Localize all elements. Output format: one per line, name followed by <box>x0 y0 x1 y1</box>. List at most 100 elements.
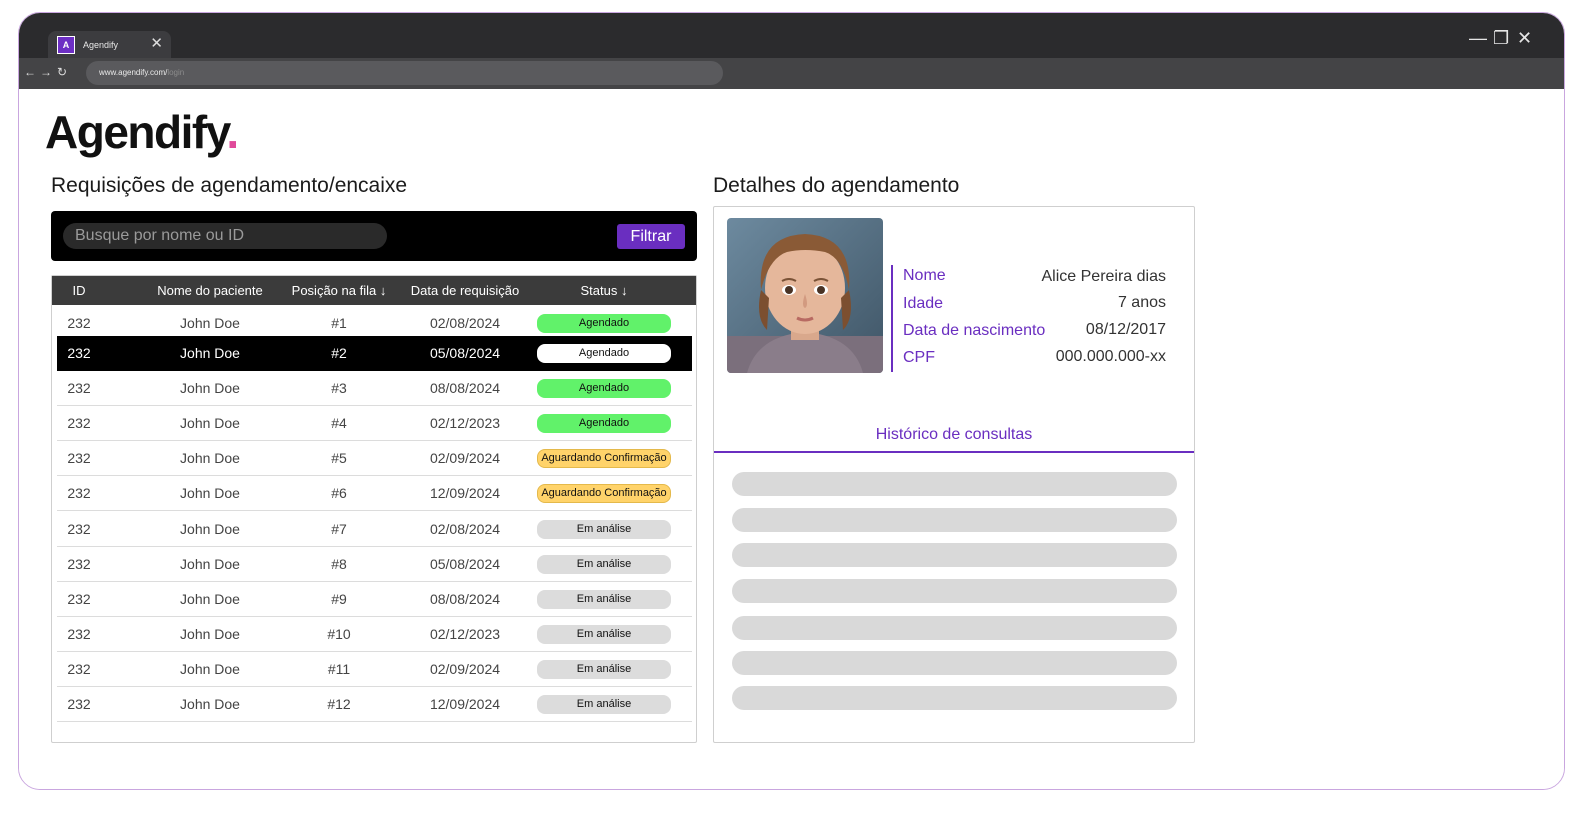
history-placeholder <box>732 651 1177 675</box>
details-title: Detalhes do agendamento <box>713 174 960 197</box>
favicon: A <box>57 36 75 54</box>
status-badge: Agendado <box>537 414 671 433</box>
cell-name: John Doe <box>180 415 240 431</box>
close-icon[interactable]: ✕ <box>150 35 163 53</box>
column-header-name[interactable]: Nome do paciente <box>142 283 278 298</box>
column-header-status[interactable]: Status ↓ <box>537 283 671 298</box>
history-placeholder <box>732 579 1177 603</box>
table-row[interactable]: 232 John Doe #9 08/08/2024 Em análise <box>57 582 692 617</box>
cell-id: 232 <box>67 345 91 361</box>
cell-date: 02/12/2023 <box>429 415 501 431</box>
search-input[interactable] <box>63 223 387 249</box>
search-bar: Filtrar <box>51 211 697 261</box>
status-badge: Aguardando Confirmação <box>537 449 671 468</box>
cell-id: 232 <box>67 696 91 712</box>
restore-icon[interactable]: ❐ <box>1493 29 1509 47</box>
status-badge: Agendado <box>537 344 671 363</box>
table-row[interactable]: 232 John Doe #5 02/09/2024 Aguardando Confir… <box>57 441 692 476</box>
column-header-id[interactable]: ID <box>58 283 100 298</box>
table-row[interactable]: 232 John Doe #3 08/08/2024 Agendado <box>57 371 692 406</box>
cell-position: #7 <box>331 521 347 537</box>
title-bar: A Agendify ✕ — ❐ ✕ <box>19 13 1564 59</box>
history-placeholder <box>732 616 1177 640</box>
browser-window: A Agendify ✕ — ❐ ✕ ← → ↻ www.agendify.co… <box>18 12 1565 790</box>
cell-position: #6 <box>331 485 347 501</box>
cell-date: 02/08/2024 <box>429 521 501 537</box>
cell-date: 02/12/2023 <box>429 626 501 642</box>
status-badge: Em análise <box>537 625 671 644</box>
cell-id: 232 <box>67 315 91 331</box>
cell-position: #2 <box>331 345 347 361</box>
page-content: Agendify. Requisições de agendamento/enc… <box>19 89 1564 789</box>
cell-id: 232 <box>67 626 91 642</box>
column-header-date[interactable]: Data de requisição <box>402 283 528 298</box>
cell-name: John Doe <box>180 521 240 537</box>
cell-name: John Doe <box>180 591 240 607</box>
table-row[interactable]: 232 John Doe #2 05/08/2024 Agendado <box>57 336 692 371</box>
nav-bar: ← → ↻ www.agendify.com/login <box>19 58 1564 89</box>
cell-date: 12/09/2024 <box>429 696 501 712</box>
cell-date: 02/09/2024 <box>429 661 501 677</box>
requests-title: Requisições de agendamento/encaixe <box>51 174 408 197</box>
url-path: login <box>167 68 185 77</box>
url-text: www.agendify.com/ <box>99 68 168 77</box>
details-panel: Nome Alice Pereira dias Idade 7 anos Dat… <box>713 206 1195 743</box>
cell-name: John Doe <box>180 485 240 501</box>
cell-position: #4 <box>331 415 347 431</box>
cell-date: 08/08/2024 <box>429 591 501 607</box>
history-placeholder <box>732 543 1177 567</box>
status-badge: Em análise <box>537 520 671 539</box>
cell-name: John Doe <box>180 626 240 642</box>
window-close-icon[interactable]: ✕ <box>1517 29 1532 47</box>
table-row[interactable]: 232 John Doe #4 02/12/2023 Agendado <box>57 406 692 441</box>
cell-date: 12/09/2024 <box>429 485 501 501</box>
status-badge: Agendado <box>537 314 671 333</box>
cell-position: #1 <box>331 315 347 331</box>
cell-id: 232 <box>67 380 91 396</box>
field-value-age: 7 anos <box>1117 294 1166 311</box>
back-arrow-icon[interactable]: ← <box>24 65 36 79</box>
cell-id: 232 <box>67 450 91 466</box>
field-label-birthdate: Data de nascimento <box>903 322 1046 339</box>
cell-id: 232 <box>67 521 91 537</box>
history-placeholder <box>732 472 1177 496</box>
table-row[interactable]: 232 John Doe #6 12/09/2024 Aguardando Confir… <box>57 476 692 511</box>
filter-button[interactable]: Filtrar <box>617 224 685 249</box>
cell-position: #8 <box>331 556 347 572</box>
field-label-age: Idade <box>903 295 944 312</box>
status-badge: Aguardando Confirmação <box>537 484 671 503</box>
table-row[interactable]: 232 John Doe #8 05/08/2024 Em análise <box>57 547 692 582</box>
cell-date: 08/08/2024 <box>429 380 501 396</box>
browser-tab[interactable]: A Agendify ✕ <box>48 31 171 59</box>
address-bar[interactable]: www.agendify.com/login <box>86 61 723 85</box>
cell-position: #9 <box>331 591 347 607</box>
history-tab[interactable]: Histórico de consultas <box>714 426 1194 444</box>
logo-dot: . <box>226 106 239 158</box>
table-row[interactable]: 232 John Doe #11 02/09/2024 Em análise <box>57 652 692 687</box>
forward-arrow-icon[interactable]: → <box>40 65 52 79</box>
field-value-name: Alice Pereira dias <box>1041 268 1167 285</box>
cell-name: John Doe <box>180 696 240 712</box>
cell-name: John Doe <box>180 380 240 396</box>
minimize-icon[interactable]: — <box>1469 29 1487 47</box>
info-divider <box>891 265 893 372</box>
cell-position: #10 <box>327 626 351 642</box>
table-row[interactable]: 232 John Doe #7 02/08/2024 Em análise <box>57 512 692 547</box>
requests-table: ID Nome do paciente Posição na fila ↓ Da… <box>51 275 697 743</box>
table-row[interactable]: 232 John Doe #12 12/09/2024 Em análise <box>57 687 692 722</box>
table-row[interactable]: 232 John Doe #10 02/12/2023 Em análise <box>57 617 692 652</box>
cell-name: John Doe <box>180 450 240 466</box>
patient-photo <box>727 218 883 373</box>
column-header-position[interactable]: Posição na fila ↓ <box>287 283 391 298</box>
cell-id: 232 <box>67 661 91 677</box>
table-header: ID Nome do paciente Posição na fila ↓ Da… <box>52 276 696 305</box>
status-badge: Em análise <box>537 660 671 679</box>
reload-icon[interactable]: ↻ <box>57 65 67 79</box>
cell-name: John Doe <box>180 556 240 572</box>
field-label-cpf: CPF <box>903 349 935 366</box>
history-placeholder <box>732 508 1177 532</box>
cell-name: John Doe <box>180 315 240 331</box>
field-value-cpf: 000.000.000-xx <box>1055 348 1166 365</box>
status-badge: Em análise <box>537 590 671 609</box>
cell-position: #12 <box>327 696 351 712</box>
